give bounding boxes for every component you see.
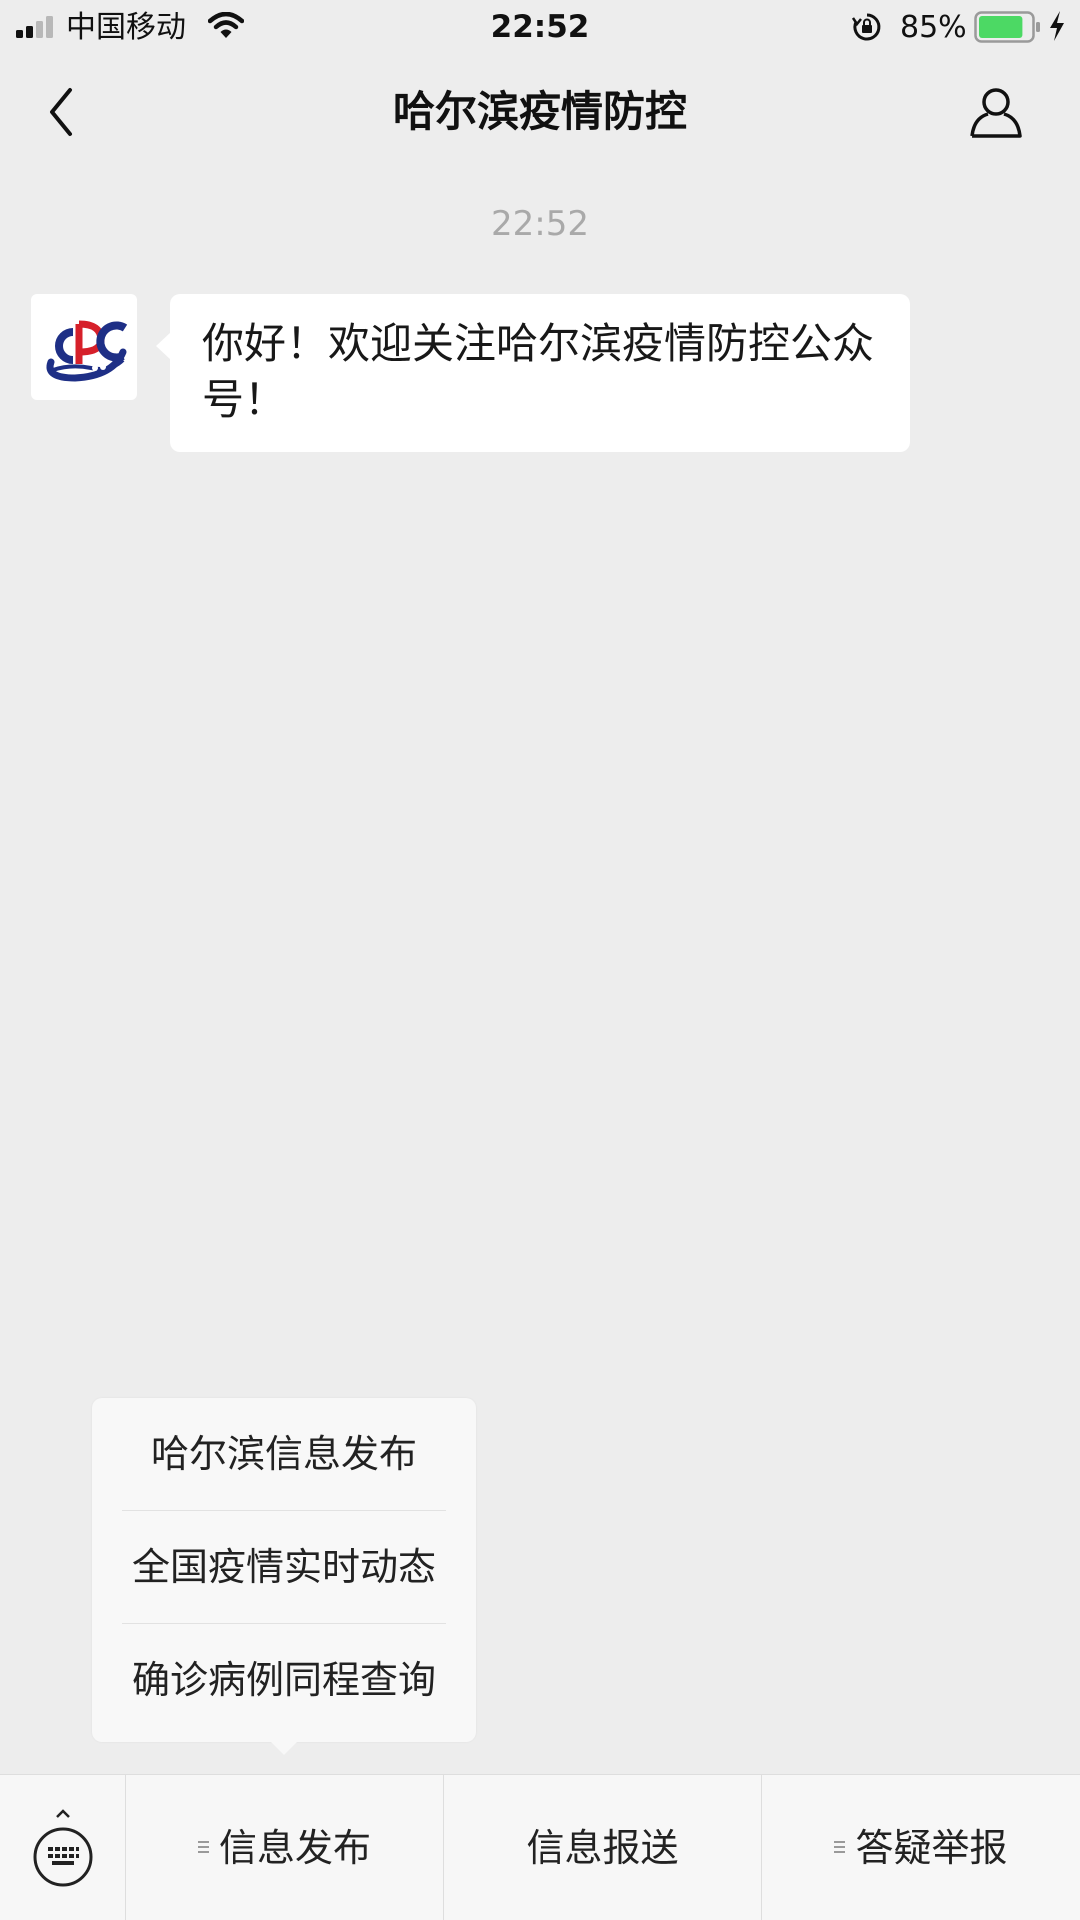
bubble-tail [156,332,171,360]
cdc-logo [46,320,128,382]
chat-timestamp: 22:52 [491,204,589,244]
popup-item-harbin-info[interactable]: 哈尔滨信息发布 [92,1398,476,1510]
menu-button-qa-report[interactable]: 答疑举报 [762,1775,1080,1920]
rotation-lock-icon [852,13,881,41]
page-title: 哈尔滨疫情防控 [392,87,687,136]
avatar[interactable] [31,294,137,400]
profile-button[interactable] [966,82,1026,142]
menu-button-info-release[interactable]: 信息发布 [126,1775,444,1920]
message-bubble[interactable]: 你好！欢迎关注哈尔滨疫情防控公众号！ [170,294,910,452]
popup-item-same-trip-query[interactable]: 确诊病例同程查询 [92,1624,476,1736]
popup-item-national-status[interactable]: 全国疫情实时动态 [92,1511,476,1623]
message-text: 你好！欢迎关注哈尔滨疫情防控公众号！ [202,319,875,424]
menu-button-label: 信息报送 [526,1826,679,1870]
status-bar: 中国移动 22:52 85% [0,0,1080,56]
menu-button-label: 答疑举报 [855,1826,1008,1870]
battery-icon [974,11,1040,43]
charging-bolt-icon [1050,11,1064,41]
submenu-popup: 哈尔滨信息发布 全国疫情实时动态 确诊病例同程查询 [92,1398,476,1742]
submenu-indicator-icon [834,1840,847,1855]
keyboard-icon [33,1809,93,1887]
menu-bar: 信息发布 信息报送 答疑举报 [0,1774,1080,1920]
menu-button-label: 信息发布 [218,1826,371,1870]
person-icon [970,88,1022,138]
submenu-indicator-icon [197,1840,211,1855]
battery-percent: 85% [900,10,967,45]
nav-bar: 哈尔滨疫情防控 [0,56,1080,164]
menu-button-info-report[interactable]: 信息报送 [444,1775,762,1920]
popup-pointer [271,1742,297,1755]
keyboard-toggle-button[interactable] [0,1775,126,1920]
